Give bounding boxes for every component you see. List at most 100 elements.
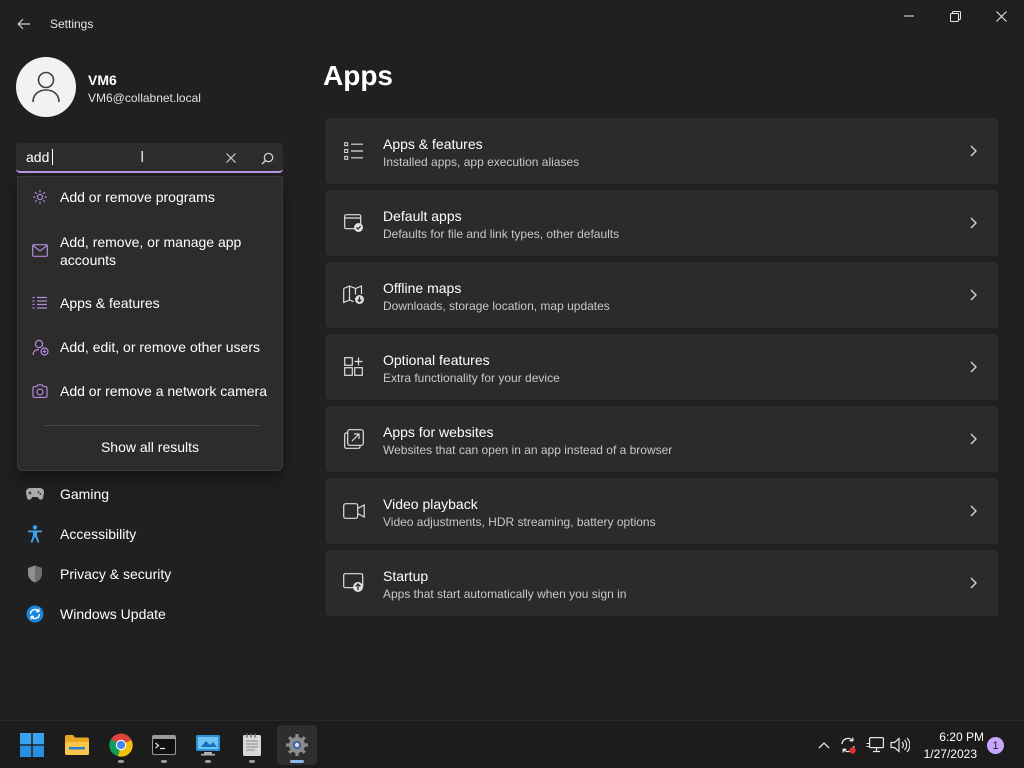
volume-button[interactable]	[890, 735, 910, 755]
suggestion-item[interactable]: Add, edit, or remove other users	[18, 335, 282, 359]
nav-item-privacy-security[interactable]: Privacy & security	[22, 556, 292, 592]
video-icon	[343, 500, 365, 522]
suggestion-item[interactable]: Add or remove a network camera	[18, 379, 282, 403]
clear-search-button[interactable]	[220, 147, 242, 169]
search-button[interactable]	[256, 147, 278, 169]
notification-badge[interactable]: 1	[987, 737, 1004, 754]
camera-icon	[30, 381, 50, 401]
taskbar-terminal[interactable]	[144, 725, 184, 765]
card-subtitle: Video adjustments, HDR streaming, batter…	[383, 515, 656, 529]
nav-label: Gaming	[60, 486, 110, 502]
divider	[44, 425, 260, 426]
card-subtitle: Defaults for file and link types, other …	[383, 227, 620, 241]
list-icon	[30, 293, 50, 313]
running-indicator	[118, 760, 124, 763]
card-default-apps[interactable]: Default apps Defaults for file and link …	[326, 190, 998, 256]
sync-icon	[841, 737, 856, 754]
apps-list-icon	[343, 140, 365, 162]
chrome-icon	[109, 733, 133, 757]
taskbar: 6:20 PM 1/27/2023 1	[0, 720, 1024, 768]
person-icon	[32, 71, 60, 103]
card-video-playback[interactable]: Video playback Video adjustments, HDR st…	[326, 478, 998, 544]
taskbar-notepad[interactable]	[232, 725, 272, 765]
card-title: Optional features	[383, 352, 490, 368]
card-subtitle: Extra functionality for your device	[383, 371, 560, 385]
remote-desktop-icon	[196, 735, 220, 756]
taskbar-remote-desktop[interactable]	[188, 725, 228, 765]
card-subtitle: Apps that start automatically when you s…	[383, 587, 627, 601]
clock-time[interactable]: 6:20 PM	[920, 730, 984, 744]
card-startup[interactable]: Startup Apps that start automatically wh…	[326, 550, 998, 616]
card-offline-maps[interactable]: Offline maps Downloads, storage location…	[326, 262, 998, 328]
back-arrow-icon	[17, 18, 30, 30]
nav-item-windows-update[interactable]: Windows Update	[22, 596, 292, 632]
close-button[interactable]	[978, 0, 1024, 32]
ibeam-cursor-icon: I	[140, 149, 145, 166]
card-apps-for-websites[interactable]: Apps for websites Websites that can open…	[326, 406, 998, 472]
nav-item-gaming[interactable]: Gaming	[22, 476, 292, 512]
minimize-button[interactable]	[886, 0, 932, 32]
volume-icon	[890, 737, 910, 753]
running-indicator	[205, 760, 211, 763]
shield-icon	[22, 564, 48, 584]
suggestion-item[interactable]: Apps & features	[18, 291, 282, 315]
window-title: Settings	[50, 17, 94, 31]
default-apps-icon	[343, 212, 365, 234]
suggestion-label: Apps & features	[60, 295, 160, 311]
show-hidden-icons-button[interactable]	[814, 735, 834, 755]
minimize-icon	[904, 15, 914, 17]
file-explorer-icon	[65, 735, 89, 755]
user-email: VM6@collabnet.local	[88, 91, 201, 105]
running-indicator	[290, 760, 304, 763]
nav-item-accessibility[interactable]: Accessibility	[22, 516, 292, 552]
restore-button[interactable]	[932, 0, 978, 32]
settings-icon	[286, 734, 308, 756]
avatar[interactable]	[16, 57, 76, 117]
chevron-right-icon	[965, 141, 981, 161]
close-icon	[995, 10, 1007, 22]
update-icon	[22, 604, 48, 624]
chevron-right-icon	[965, 573, 981, 593]
back-button[interactable]	[12, 12, 36, 36]
network-icon	[866, 737, 884, 753]
text-caret	[52, 149, 53, 165]
taskbar-chrome[interactable]	[101, 725, 141, 765]
card-title: Apps for websites	[383, 424, 494, 440]
search-suggestions: Add or remove programs Add, remove, or m…	[17, 176, 283, 471]
start-button[interactable]	[12, 725, 52, 765]
taskbar-settings[interactable]	[277, 725, 317, 765]
open-in-app-icon	[343, 428, 365, 450]
suggestion-label: Add or remove programs	[60, 189, 215, 205]
card-optional-features[interactable]: Optional features Extra functionality fo…	[326, 334, 998, 400]
suggestion-item[interactable]: Add or remove programs	[18, 185, 282, 209]
clear-icon	[226, 153, 236, 163]
card-apps-features[interactable]: Apps & features Installed apps, app exec…	[326, 118, 998, 184]
card-subtitle: Websites that can open in an app instead…	[383, 443, 673, 457]
network-button[interactable]	[865, 735, 885, 755]
clock-date[interactable]: 1/27/2023	[920, 747, 977, 761]
restore-icon	[949, 10, 961, 22]
terminal-icon	[152, 735, 176, 755]
card-title: Apps & features	[383, 136, 483, 152]
person-add-icon	[30, 337, 50, 357]
start-icon	[20, 733, 44, 757]
search-input-value: add	[26, 149, 50, 165]
suggestion-label: Add or remove a network camera	[60, 383, 267, 399]
chevron-right-icon	[965, 501, 981, 521]
sync-status-button[interactable]	[838, 735, 858, 755]
optional-features-icon	[343, 356, 365, 378]
search-input[interactable]: add I	[16, 143, 283, 173]
chevron-right-icon	[965, 285, 981, 305]
running-indicator	[249, 760, 255, 763]
card-title: Offline maps	[383, 280, 462, 296]
card-subtitle: Downloads, storage location, map updates	[383, 299, 610, 313]
notepad-icon	[243, 733, 261, 756]
nav-label: Privacy & security	[60, 566, 172, 582]
running-indicator	[161, 760, 167, 763]
user-name: VM6	[88, 72, 117, 88]
card-title: Video playback	[383, 496, 478, 512]
taskbar-file-explorer[interactable]	[57, 725, 97, 765]
suggestion-item[interactable]: Add, remove, or manage app accounts	[18, 231, 282, 271]
show-all-results-button[interactable]: Show all results	[18, 439, 282, 455]
suggestion-label: Add, edit, or remove other users	[60, 339, 260, 355]
